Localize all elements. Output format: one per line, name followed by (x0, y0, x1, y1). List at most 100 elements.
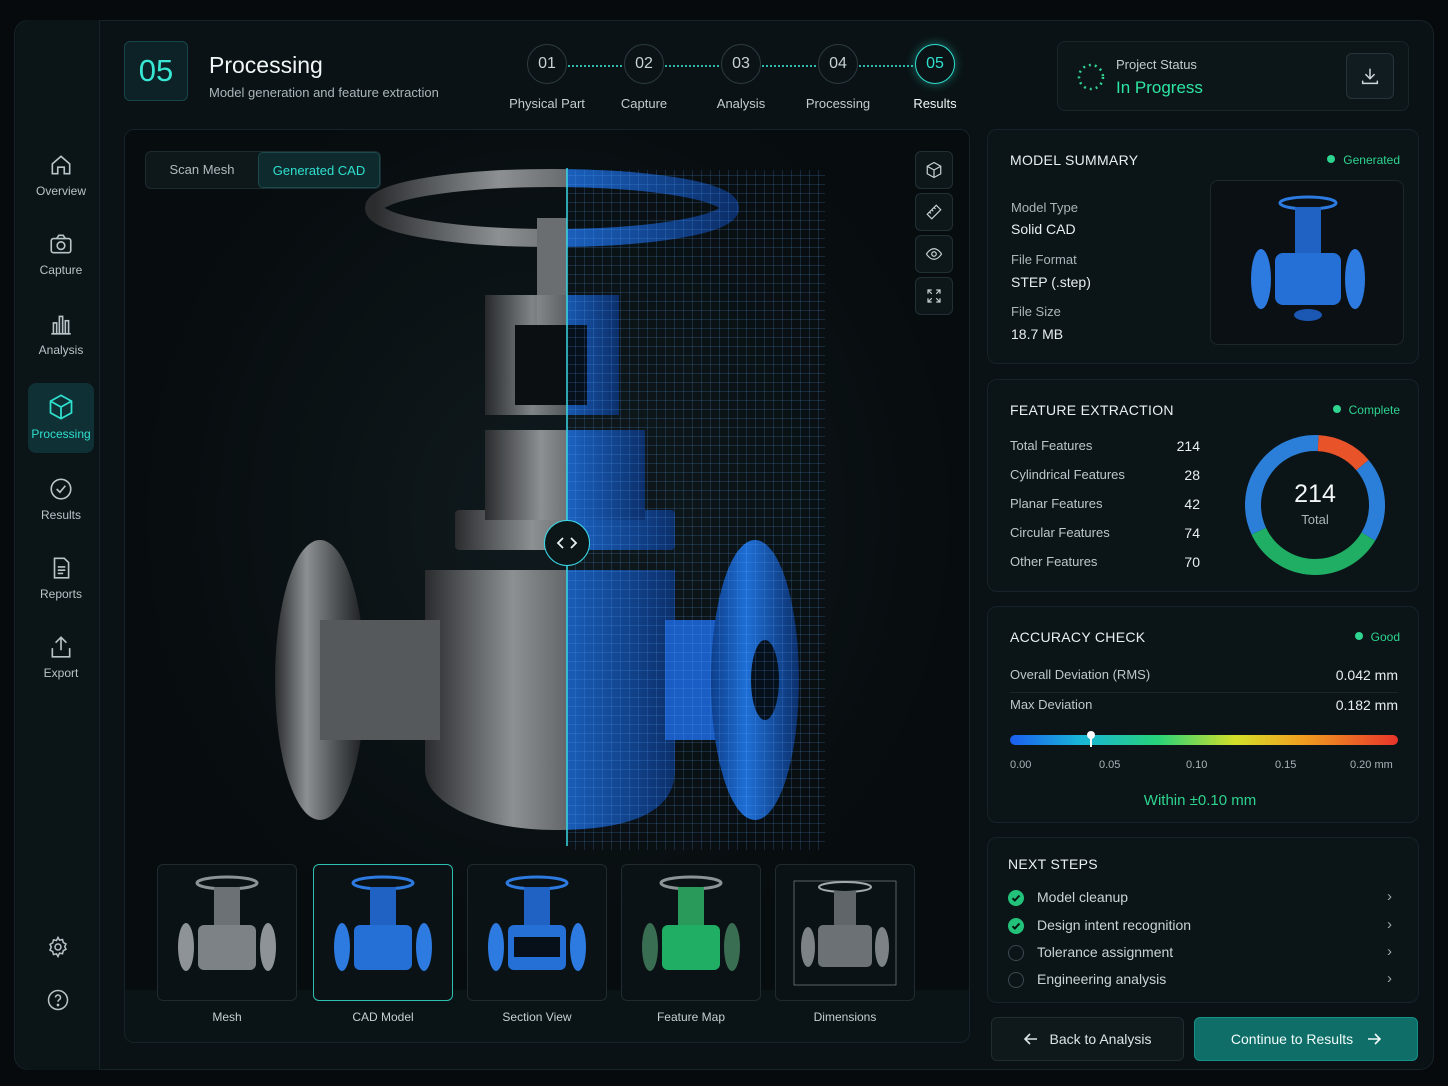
scale-tick: 0.05 (1099, 759, 1121, 771)
feature-row: Other Features 70 (1010, 554, 1200, 570)
viewer-stage[interactable] (125, 130, 969, 990)
arrow-right-icon (1368, 1033, 1382, 1045)
next-step-item[interactable]: Engineering analysis › (1008, 970, 1400, 993)
sidebar-item-reports[interactable]: Reports (28, 545, 94, 615)
sidebar-item-export[interactable]: Export (28, 624, 94, 694)
step-circle: 02 (624, 44, 664, 84)
step-circle: 04 (818, 44, 858, 84)
scale-tick: 0.20 mm (1350, 759, 1393, 771)
thumbnail-label: Mesh (212, 1010, 242, 1024)
model-type-label: Model Type (1011, 200, 1078, 215)
thumbnail-label: Dimensions (813, 1010, 877, 1024)
fullscreen-button[interactable] (915, 277, 953, 315)
3d-view-button[interactable] (915, 151, 953, 189)
step-circle: 03 (721, 44, 761, 84)
generated-cad-toggle[interactable]: Generated CAD (258, 152, 380, 188)
step-analysis[interactable]: 03 Analysis (691, 44, 791, 111)
home-icon (51, 155, 71, 175)
model-viewer: Scan Mesh Generated CAD Mesh CAD Model S… (124, 129, 970, 1043)
donut-slice-circular-features (1251, 527, 1376, 575)
thumbnail-feature-map[interactable] (621, 864, 761, 1001)
next-step-item[interactable]: Model cleanup › (1008, 888, 1400, 911)
status-label: Project Status (1116, 57, 1197, 72)
settings-button[interactable] (16, 935, 100, 959)
chevron-right-icon: › (1387, 943, 1392, 960)
step-circle: 01 (527, 44, 567, 84)
measure-button[interactable] (915, 193, 953, 231)
next-step-item[interactable]: Design intent recognition › (1008, 916, 1400, 939)
model-type-value: Solid CAD (1011, 221, 1076, 237)
camera-icon (50, 234, 72, 254)
file-size-label: File Size (1011, 304, 1061, 319)
download-button[interactable] (1346, 53, 1394, 99)
back-to-analysis-button[interactable]: Back to Analysis (991, 1017, 1184, 1061)
panel-title: MODEL SUMMARY (1010, 152, 1139, 168)
step-physical-part[interactable]: 01 Physical Part (497, 44, 597, 111)
next-step-label: Model cleanup (1037, 889, 1129, 905)
scale-tick: 0.00 (1010, 759, 1032, 771)
view-mode-toggle: Scan Mesh Generated CAD (145, 151, 381, 189)
button-label: Continue to Results (1230, 1031, 1354, 1047)
panel-title: ACCURACY CHECK (1010, 629, 1146, 645)
step-processing[interactable]: 04 Processing (788, 44, 888, 111)
status-badge: Generated (1327, 153, 1400, 167)
continue-to-results-button[interactable]: Continue to Results (1194, 1017, 1418, 1061)
deviation-marker-line (1090, 737, 1093, 747)
sidebar-item-capture[interactable]: Capture (28, 221, 94, 291)
visibility-button[interactable] (915, 235, 953, 273)
export-icon (51, 636, 71, 658)
step-label: Physical Part (509, 96, 585, 111)
chevron-right-icon: › (1387, 888, 1392, 905)
thumbnail-mesh[interactable] (157, 864, 297, 1001)
sidebar-item-analysis[interactable]: Analysis (28, 301, 94, 371)
download-icon (1361, 68, 1379, 85)
feature-row: Planar Features 42 (1010, 496, 1200, 512)
next-step-label: Tolerance assignment (1037, 944, 1174, 960)
chevron-right-icon: › (1387, 916, 1392, 933)
step-label: Results (913, 96, 957, 111)
check-icon (1008, 918, 1024, 934)
valve-thumbnail (334, 875, 432, 971)
feature-row: Cylindrical Features 28 (1010, 467, 1200, 483)
scan-mesh-toggle[interactable]: Scan Mesh (146, 152, 258, 188)
compare-slider-handle[interactable] (544, 520, 590, 566)
step-results[interactable]: 05 Results (885, 44, 985, 111)
valve-preview-image (1251, 195, 1365, 321)
valve-thumbnail (178, 875, 276, 971)
sidebar-item-label: Export (43, 666, 79, 680)
valve-thumbnail (488, 875, 586, 971)
sidebar-item-results[interactable]: Results (28, 466, 94, 536)
model-preview[interactable] (1210, 180, 1404, 345)
sidebar-item-label: Processing (31, 427, 91, 441)
thumbnail-section-view[interactable] (467, 864, 607, 1001)
step-label: Capture (620, 96, 668, 111)
thumbnail-cad-model[interactable] (313, 864, 453, 1001)
app-window: Overview Capture Analysis Processing Res… (0, 0, 1448, 1086)
panel-title: NEXT STEPS (1008, 856, 1098, 872)
status-badge: Complete (1333, 403, 1400, 417)
step-label: Analysis (716, 96, 766, 111)
step-capture[interactable]: 02 Capture (594, 44, 694, 111)
status-badge: Good (1355, 630, 1400, 644)
sidebar-item-label: Reports (39, 587, 83, 601)
thumbnail-dimensions[interactable] (775, 864, 915, 1001)
page-title: Processing (209, 52, 323, 78)
next-step-item[interactable]: Tolerance assignment › (1008, 943, 1400, 966)
thumbnail-label: Feature Map (656, 1010, 726, 1024)
check-circle-icon (50, 478, 72, 500)
sidebar-item-overview[interactable]: Overview (28, 142, 94, 212)
spinner-icon (1077, 63, 1105, 91)
file-format-value: STEP (.step) (1011, 274, 1091, 290)
step-label: Processing (805, 96, 871, 111)
help-button[interactable] (16, 988, 100, 1012)
sidebar-item-label: Analysis (38, 343, 84, 357)
sidebar-item-processing[interactable]: Processing (28, 383, 94, 453)
chevron-right-icon: › (1387, 970, 1392, 987)
ruler-icon (926, 204, 942, 220)
progress-stepper: 01 Physical Part 02 Capture 03 Analysis … (500, 44, 970, 114)
feature-extraction-panel: FEATURE EXTRACTION Complete Total Featur… (987, 379, 1419, 592)
step-circle: 05 (915, 44, 955, 84)
thumbnail-label: CAD Model (352, 1010, 414, 1024)
button-label: Back to Analysis (1049, 1031, 1152, 1047)
scale-tick: 0.10 (1186, 759, 1208, 771)
